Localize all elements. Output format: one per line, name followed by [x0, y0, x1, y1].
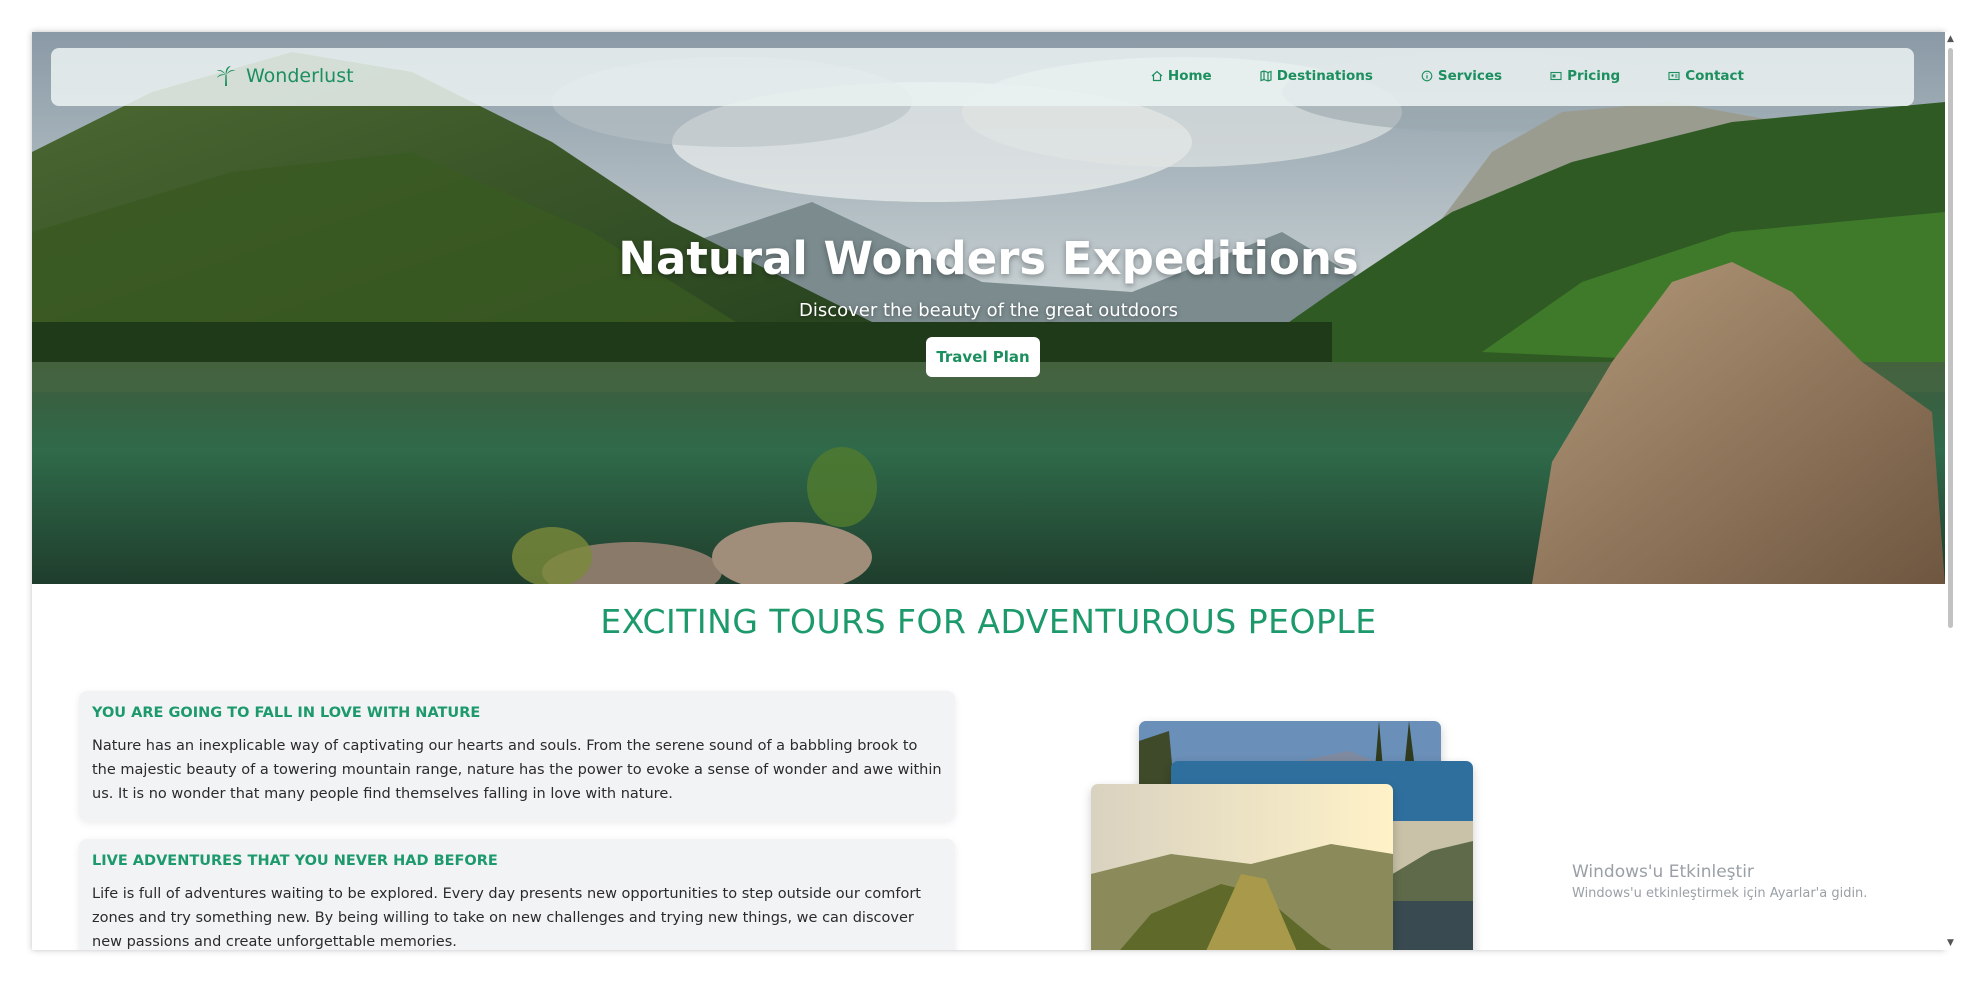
hero-section: Wonderlust Home Destinations Services Pr…: [32, 32, 1945, 584]
feature-card: YOU ARE GOING TO FALL IN LOVE WITH NATUR…: [79, 691, 955, 821]
page: Wonderlust Home Destinations Services Pr…: [32, 32, 1945, 950]
contact-icon: [1668, 71, 1680, 81]
nav-home[interactable]: Home: [1151, 68, 1212, 84]
info-icon: [1421, 70, 1433, 82]
travel-plan-button[interactable]: Travel Plan: [926, 337, 1040, 377]
watermark-line2: Windows'u etkinleştirmek için Ayarlar'a …: [1572, 886, 1868, 901]
palm-tree-icon: [217, 66, 235, 86]
scroll-down-arrow-icon[interactable]: ▼: [1947, 938, 1954, 948]
nav-services-label: Services: [1437, 68, 1503, 84]
brand-logo[interactable]: Wonderlust: [214, 64, 354, 88]
nav-destinations-label: Destinations: [1276, 68, 1373, 84]
hero-subtitle: Discover the beauty of the great outdoor…: [799, 300, 1178, 321]
nav-destinations[interactable]: Destinations: [1260, 68, 1373, 84]
home-icon: [1151, 70, 1163, 82]
brand-name: Wonderlust: [246, 65, 354, 87]
tour-photo: [1091, 784, 1393, 950]
nav-home-label: Home: [1167, 68, 1212, 84]
feature-card-title: LIVE ADVENTURES THAT YOU NEVER HAD BEFOR…: [92, 853, 498, 869]
windows-activation-watermark: Windows'u Etkinleştir Windows'u etkinleş…: [1572, 862, 1867, 901]
card-icon: [1550, 71, 1562, 81]
map-icon: [1260, 70, 1272, 82]
hero-title: Natural Wonders Expeditions: [618, 232, 1359, 285]
main-nav: Home Destinations Services Pricing Conta…: [1151, 68, 1744, 84]
scroll-thumb[interactable]: [1948, 48, 1953, 628]
nav-pricing-label: Pricing: [1567, 68, 1621, 84]
nav-services[interactable]: Services: [1421, 68, 1502, 84]
section-title: EXCITING TOURS FOR ADVENTUROUS PEOPLE: [600, 602, 1377, 641]
feature-card-title: YOU ARE GOING TO FALL IN LOVE WITH NATUR…: [92, 705, 481, 721]
feature-card: LIVE ADVENTURES THAT YOU NEVER HAD BEFOR…: [79, 839, 955, 950]
watermark-line1: Windows'u Etkinleştir: [1572, 862, 1754, 882]
feature-card-text: Nature has an inexplicable way of captiv…: [92, 738, 942, 802]
nav-contact-label: Contact: [1685, 68, 1744, 84]
nav-pricing[interactable]: Pricing: [1550, 68, 1620, 84]
feature-card-text: Life is full of adventures waiting to be…: [92, 886, 921, 950]
navbar: Wonderlust Home Destinations Services Pr…: [51, 48, 1914, 106]
scroll-up-arrow-icon[interactable]: ▲: [1947, 34, 1954, 44]
nav-contact[interactable]: Contact: [1668, 68, 1744, 84]
